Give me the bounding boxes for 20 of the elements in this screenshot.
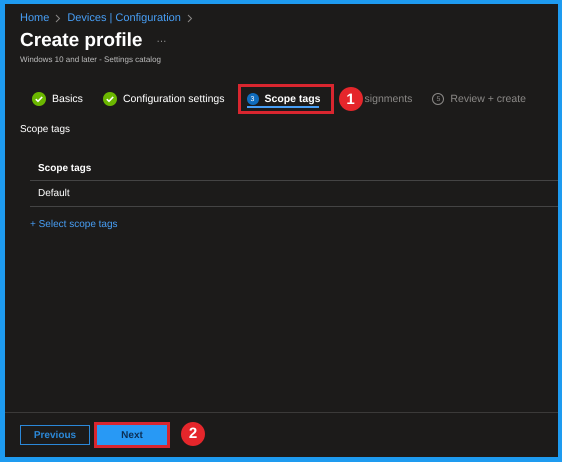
callout-badge: 1	[338, 87, 363, 111]
column-header: Scope tags	[38, 163, 92, 174]
wizard-step[interactable]: signments	[364, 87, 416, 111]
select-scope-tags-link[interactable]: + Select scope tags	[30, 219, 558, 230]
check-circle-icon	[32, 92, 46, 106]
callout-badge: 2	[181, 422, 205, 446]
table-cell-text: Default	[38, 188, 71, 199]
check-circle-icon	[102, 92, 117, 106]
page-subtitle: Windows 10 and later - Settings catalog	[20, 55, 162, 64]
breadcrumb-link[interactable]: Devices | Configuration	[67, 12, 181, 24]
more-button[interactable]: ···	[156, 36, 166, 46]
page-title: Create profile	[20, 30, 142, 52]
wizard-step[interactable]: Configuration settings	[98, 86, 228, 112]
wizard-step[interactable]: Basics	[28, 86, 87, 112]
section-label: Scope tags	[20, 124, 72, 135]
previous-button[interactable]: Previous	[20, 425, 90, 445]
breadcrumb-link[interactable]: Home	[20, 12, 50, 24]
next-button[interactable]: Next	[97, 425, 167, 445]
chevron-icon	[55, 14, 62, 22]
chevron-icon	[186, 14, 193, 22]
